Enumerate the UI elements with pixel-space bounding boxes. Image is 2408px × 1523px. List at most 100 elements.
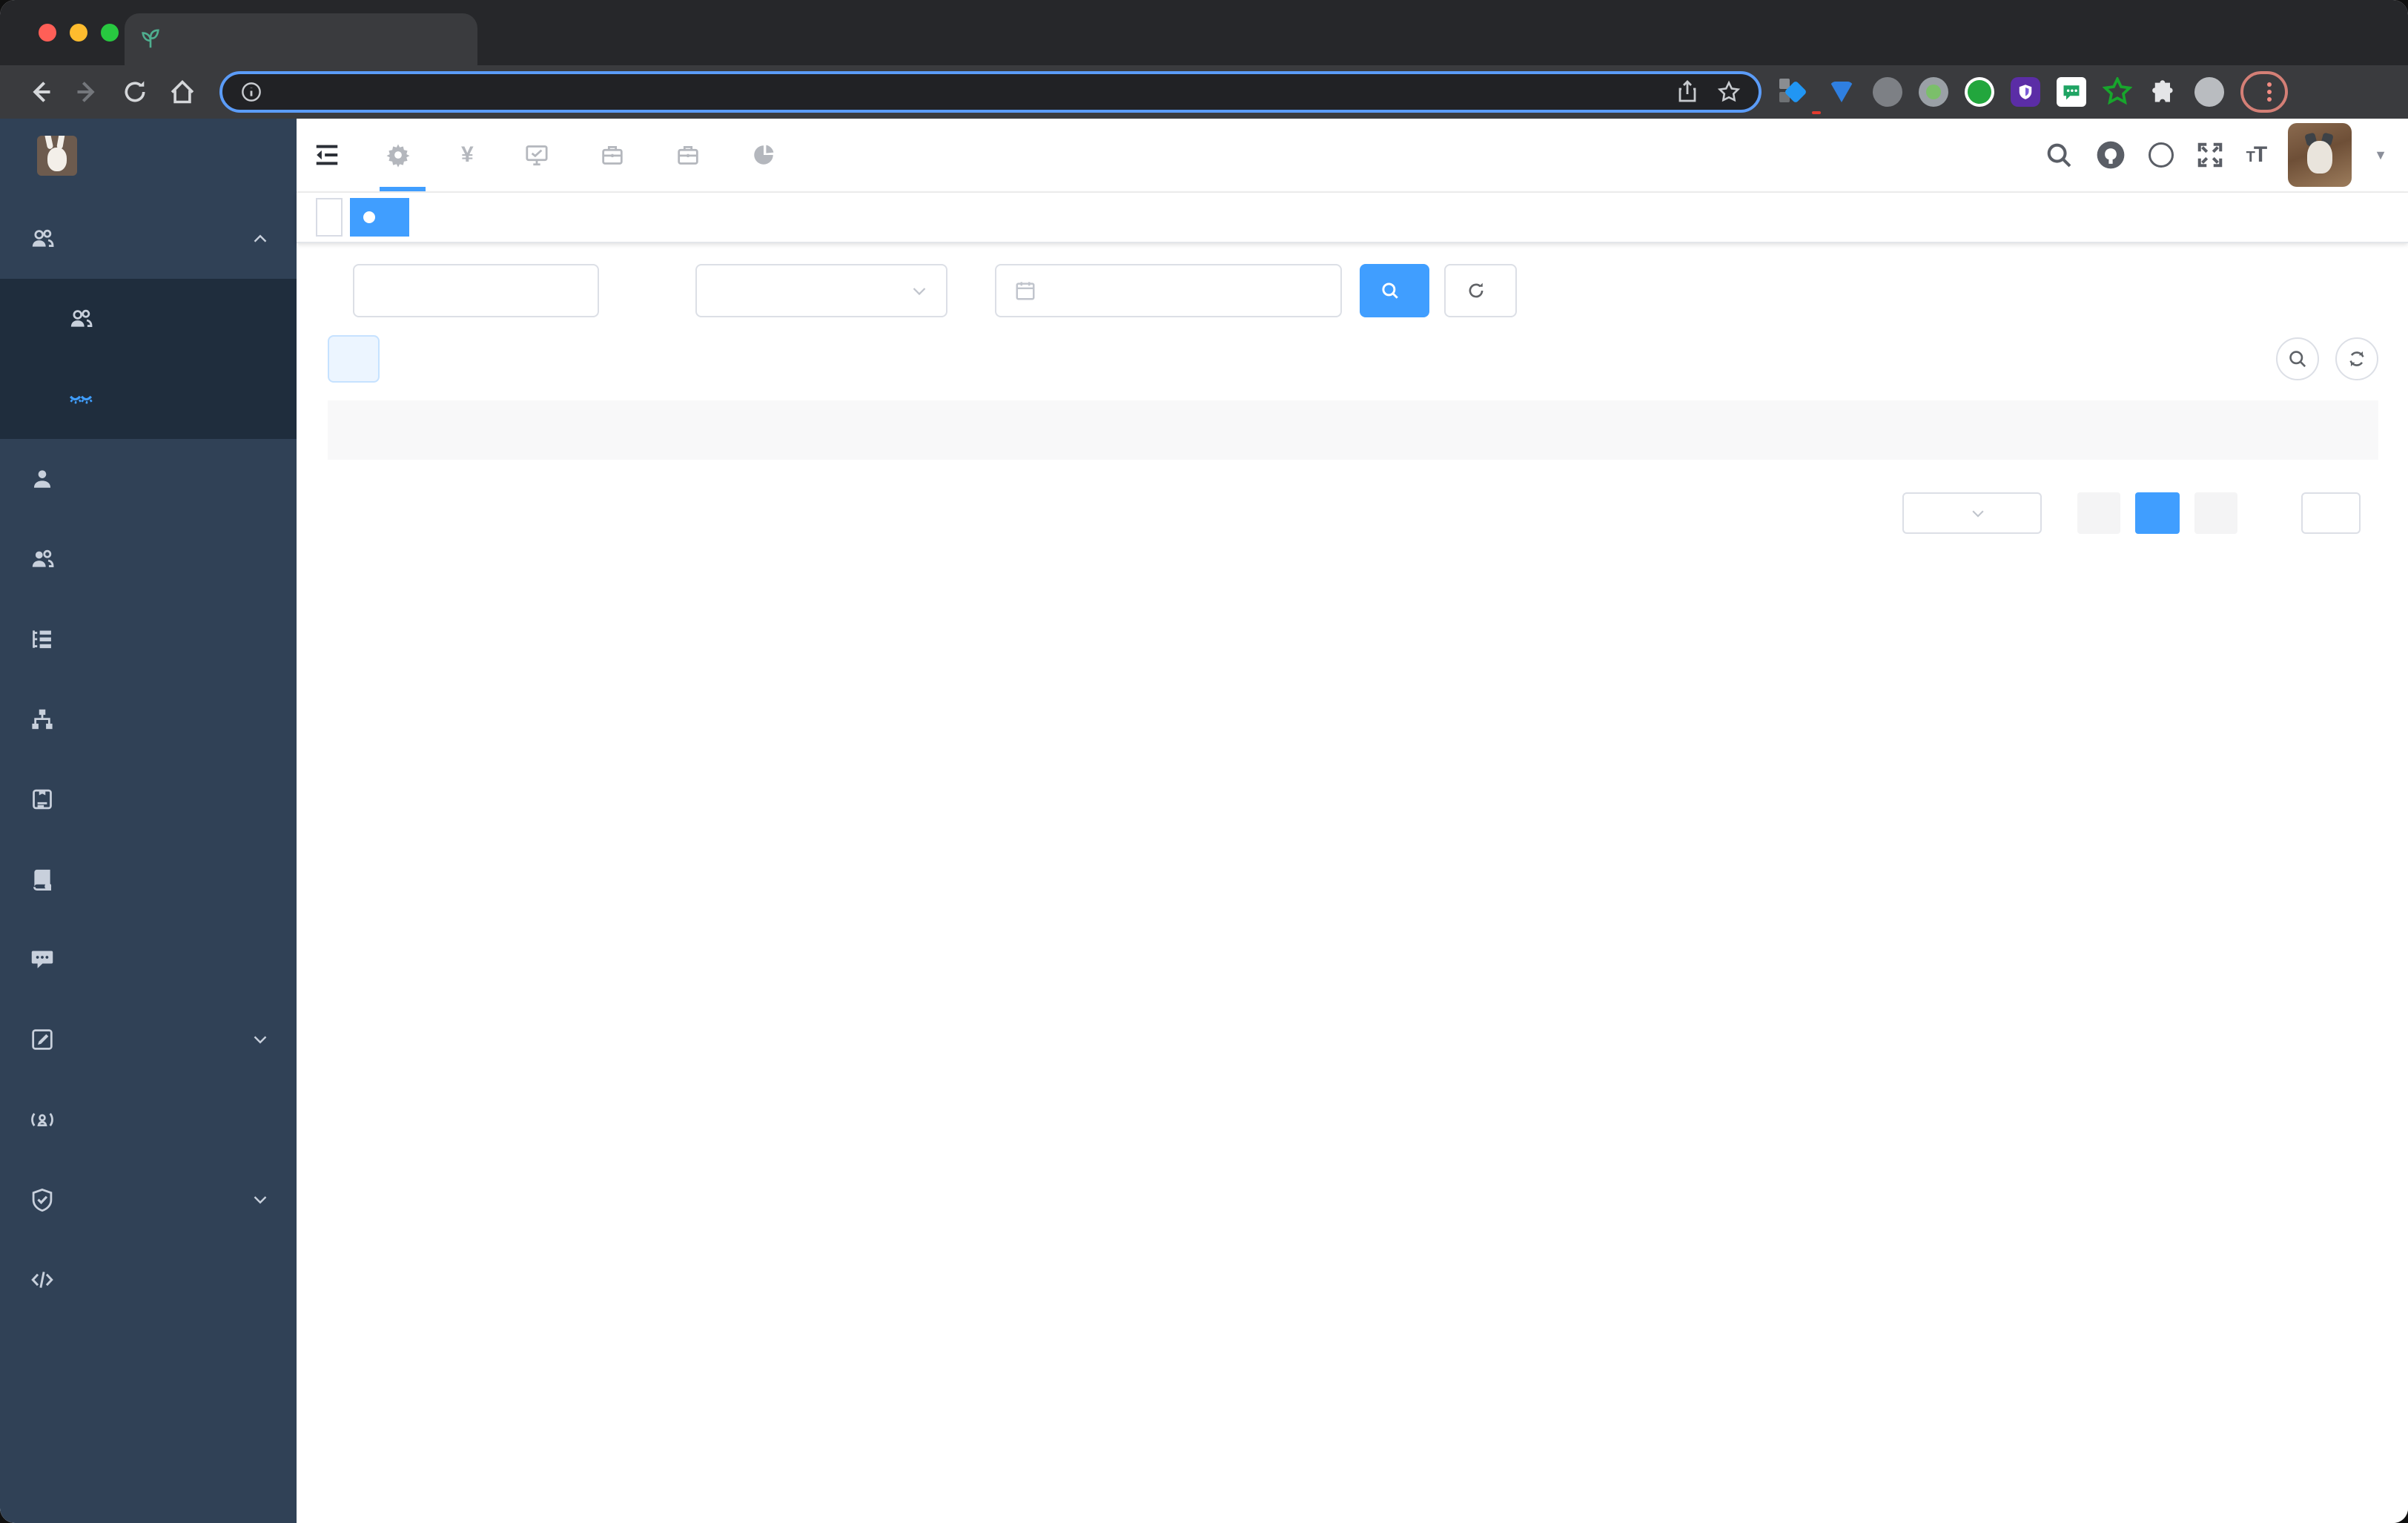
extension-emoji-icon[interactable]: [2193, 76, 2226, 108]
toggle-search-button[interactable]: [2276, 337, 2319, 380]
extensions-puzzle-icon[interactable]: [2147, 76, 2180, 108]
menu-tree-icon: [30, 627, 55, 652]
bookmark-star-icon[interactable]: [1717, 80, 1741, 104]
status-select[interactable]: [695, 264, 947, 317]
top-menu-item-1[interactable]: ¥: [440, 119, 503, 191]
zoom-window-button[interactable]: [101, 24, 119, 42]
sidebar-item-audit-log[interactable]: [0, 1000, 297, 1080]
pagination: [328, 492, 2378, 534]
sidebar-item-sms-shield[interactable]: [0, 1160, 297, 1240]
extension-row: [1779, 76, 2226, 114]
sidebar-item-error-code[interactable]: [0, 1240, 297, 1320]
refresh-table-button[interactable]: [2335, 337, 2378, 380]
site-info-icon[interactable]: [240, 81, 262, 103]
extension-shield-icon[interactable]: [2009, 76, 2042, 108]
tenant-list-icon: [68, 306, 93, 331]
reset-button[interactable]: [1444, 264, 1517, 317]
extension-grid-badge-icon[interactable]: [1779, 76, 1821, 114]
browser-menu-icon[interactable]: [2267, 82, 2272, 102]
search-button[interactable]: [1360, 264, 1429, 317]
browser-update-button[interactable]: [2240, 71, 2288, 113]
forward-icon[interactable]: [68, 73, 107, 111]
sidebar-item-roles[interactable]: [0, 519, 297, 599]
package-name-input[interactable]: [353, 264, 599, 317]
avatar-caret-icon[interactable]: ▼: [2374, 148, 2387, 163]
back-icon[interactable]: [21, 73, 59, 111]
next-page-button[interactable]: [2194, 492, 2237, 534]
user-avatar[interactable]: [2288, 123, 2352, 187]
sidebar-item-online-user[interactable]: [0, 1080, 297, 1160]
top-menu-item-0[interactable]: [365, 119, 440, 191]
column-header: [1982, 400, 2378, 460]
top-menu-item-2[interactable]: [503, 119, 579, 191]
app-logo[interactable]: [0, 119, 297, 193]
reload-icon[interactable]: [116, 73, 154, 111]
error-code-icon: [30, 1267, 55, 1292]
url-bar[interactable]: [219, 71, 1762, 113]
tag-tenant-package[interactable]: [350, 198, 409, 237]
extension-y-icon[interactable]: [1963, 76, 1996, 108]
browser-tab[interactable]: [125, 13, 477, 65]
sidebar-item-tenants[interactable]: [0, 199, 297, 279]
home-icon[interactable]: [163, 73, 202, 111]
page-size-select[interactable]: [1902, 492, 2042, 534]
page-content: [297, 243, 2408, 1523]
extension-balloon-icon[interactable]: [1825, 76, 1858, 108]
dashboard-icon: [751, 142, 776, 168]
chevron-down-icon: [1970, 505, 1986, 521]
table-toolbar: [328, 335, 2378, 383]
briefcase-icon: [675, 142, 701, 168]
page-1-button[interactable]: [2135, 492, 2180, 534]
font-size-icon[interactable]: TT: [2246, 142, 2268, 168]
extension-star-icon[interactable]: [2101, 76, 2134, 108]
tenants-icon: [30, 226, 55, 251]
top-menu-item-3[interactable]: [579, 119, 655, 191]
sidebar-item-notice[interactable]: [0, 919, 297, 1000]
screenshot-root: ¥ TT ▼: [0, 0, 2408, 1523]
extension-command-icon[interactable]: [1871, 76, 1904, 108]
minimize-window-button[interactable]: [70, 24, 87, 42]
sidebar-item-tenant-list[interactable]: [0, 279, 297, 359]
sms-shield-icon: [30, 1187, 55, 1212]
close-window-button[interactable]: [39, 24, 56, 42]
help-icon[interactable]: [2148, 142, 2174, 168]
top-menu-item-4[interactable]: [655, 119, 730, 191]
sidebar-item-dict-book[interactable]: [0, 839, 297, 919]
github-icon[interactable]: [2095, 139, 2126, 171]
sidebar-item-menu-tree[interactable]: [0, 599, 297, 679]
add-button[interactable]: [328, 335, 380, 383]
search-icon[interactable]: [2045, 141, 2073, 169]
yen-icon: ¥: [461, 142, 474, 167]
sidebar-collapse-icon[interactable]: [313, 141, 341, 169]
sidebar-item-badge[interactable]: [0, 759, 297, 839]
browser-tab-strip: [0, 0, 2408, 65]
goto-page-input[interactable]: [2301, 492, 2361, 534]
top-menu-item-5[interactable]: [730, 119, 806, 191]
badge-icon: [30, 787, 55, 812]
column-header: [910, 400, 1228, 460]
online-user-icon: [30, 1107, 55, 1132]
tenant-package-icon: [68, 386, 93, 412]
prev-page-button[interactable]: [2077, 492, 2120, 534]
sidebar-menu: [0, 193, 297, 1523]
sidebar: [0, 119, 297, 1523]
monitor-icon: [524, 142, 549, 168]
logo-image: [37, 136, 77, 176]
fullscreen-icon[interactable]: [2196, 141, 2224, 169]
chevron-down-icon: [910, 282, 928, 300]
browser-toolbar: [0, 65, 2408, 119]
share-icon[interactable]: [1676, 80, 1699, 104]
sidebar-item-org-tree[interactable]: [0, 679, 297, 759]
tag-home[interactable]: [316, 198, 343, 237]
mini-search-icon: [2287, 348, 2308, 369]
sidebar-item-user[interactable]: [0, 439, 297, 519]
extension-record-icon[interactable]: [1917, 76, 1950, 108]
extension-chat-icon[interactable]: [2055, 76, 2088, 108]
notice-icon: [30, 947, 55, 972]
date-range-picker[interactable]: [995, 264, 1342, 317]
column-header: [581, 400, 910, 460]
sidebar-item-tenant-package[interactable]: [0, 359, 297, 439]
org-tree-icon: [30, 707, 55, 732]
chevron-down-icon: [248, 1191, 273, 1209]
calendar-icon: [1014, 280, 1036, 302]
